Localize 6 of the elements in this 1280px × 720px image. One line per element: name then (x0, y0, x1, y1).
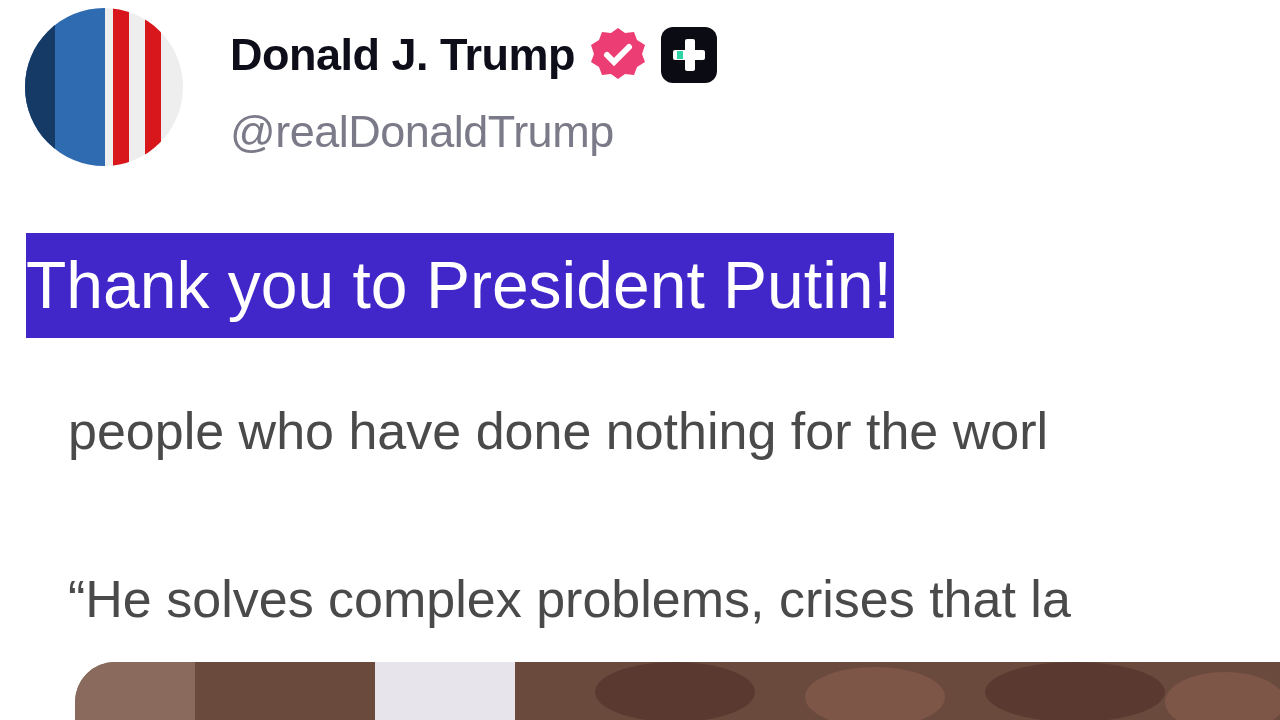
quote-text: “He solves complex problems, crises that la (68, 569, 1072, 630)
author-handle[interactable]: @realDonaldTrump (230, 106, 718, 158)
plus-icon (661, 27, 718, 83)
post-text: Thank you to President Putin! (26, 233, 894, 338)
quote-text: people who have done nothing for the worl (68, 401, 1050, 462)
author-name[interactable]: Donald J. Trump (230, 29, 576, 81)
